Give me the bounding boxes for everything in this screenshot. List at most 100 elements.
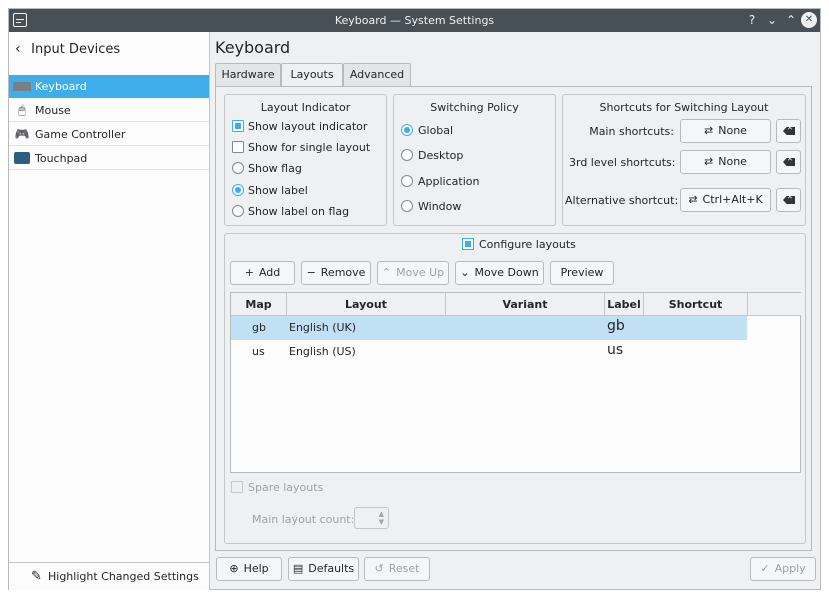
group-title: Switching Policy (430, 101, 519, 114)
main-layout-count-spinbox[interactable]: ▲ ▼ (354, 507, 389, 529)
plus-icon: + (244, 266, 254, 279)
cell-label[interactable]: gb (607, 318, 625, 334)
group-title: Shortcuts for Switching Layout (599, 101, 769, 114)
close-icon[interactable]: ✕ (801, 12, 817, 28)
sidebar-item-game-controller[interactable]: 🎮 Game Controller (9, 123, 209, 146)
sidebar-item-label: Touchpad (35, 152, 88, 165)
clear-icon (783, 196, 795, 204)
option-label: Show layout indicator (248, 120, 368, 133)
spin-down-icon[interactable]: ▼ (379, 518, 384, 526)
column-header-shortcut[interactable]: Shortcut (644, 293, 748, 316)
third-level-shortcut-value: None (718, 155, 747, 168)
option-label: Application (418, 175, 480, 188)
back-label: Input Devices (31, 42, 121, 57)
reset-button[interactable]: ↺ Reset (364, 557, 430, 581)
minimize-icon[interactable]: ⌄ (764, 12, 780, 28)
move-down-label: Move Down (474, 266, 539, 279)
spin-up-icon[interactable]: ▲ (379, 510, 384, 518)
mouse-icon: 🖱 (18, 103, 26, 117)
checkmark-icon: ✓ (760, 562, 770, 575)
option-label: Show flag (248, 162, 302, 175)
alternative-shortcut-value: Ctrl+Alt+K (702, 193, 763, 206)
help-button[interactable]: ⊕ Help (216, 557, 282, 581)
defaults-button[interactable]: ▤ Defaults (288, 557, 359, 581)
column-header-label[interactable]: Label (605, 293, 644, 316)
add-label: Add (258, 266, 281, 279)
move-up-button[interactable]: ⌃ Move Up (377, 261, 449, 285)
policy-desktop-radio[interactable] (401, 149, 413, 161)
undo-icon: ↺ (374, 562, 384, 575)
group-title: Layout Indicator (260, 101, 351, 114)
apply-button[interactable]: ✓ Apply (750, 557, 816, 581)
cell-map: gb (252, 321, 266, 334)
remove-button[interactable]: − Remove (301, 261, 371, 285)
policy-global-radio[interactable] (401, 124, 413, 136)
main-layout-count-label: Main layout count: (252, 513, 355, 526)
move-up-label: Move Up (396, 266, 445, 279)
help-icon: ⊕ (229, 562, 239, 575)
cell-map: us (252, 345, 265, 358)
back-button[interactable]: ‹ Input Devices (15, 41, 120, 61)
spare-layouts-label: Spare layouts (248, 481, 324, 494)
apply-label: Apply (774, 562, 806, 575)
table-row[interactable]: gb English (UK) gb (231, 316, 747, 340)
chevron-down-icon: ⌄ (460, 266, 470, 279)
sidebar-item-touchpad[interactable]: Touchpad (9, 147, 209, 170)
cell-layout: English (UK) (289, 321, 357, 334)
configure-layouts-checkbox[interactable] (462, 238, 474, 250)
configure-layouts-label: Configure layouts (479, 238, 576, 251)
alternative-shortcut-label: Alternative shortcut: (565, 194, 679, 207)
alternative-shortcut-button[interactable]: ⇄ Ctrl+Alt+K (680, 188, 771, 212)
maximize-icon[interactable]: ⌃ (783, 12, 799, 28)
main-shortcut-button[interactable]: ⇄ None (680, 119, 771, 143)
column-header-layout[interactable]: Layout (287, 293, 446, 316)
main-shortcuts-label: Main shortcuts: (589, 125, 674, 138)
option-label: Global (418, 124, 454, 137)
remove-label: Remove (320, 266, 366, 279)
cell-label[interactable]: us (607, 342, 623, 358)
option-label: Show label (248, 184, 308, 197)
tab-advanced[interactable]: Advanced (343, 63, 411, 86)
tab-hardware[interactable]: Hardware (215, 63, 281, 86)
column-header-filler (748, 293, 801, 316)
show-for-single-layout-checkbox[interactable] (232, 141, 244, 153)
highlight-changed-settings-button[interactable]: ✎ Highlight Changed Settings (9, 562, 209, 590)
table-row[interactable]: us English (US) us (231, 340, 747, 364)
clear-icon (783, 127, 795, 135)
main-shortcut-value: None (718, 124, 747, 137)
show-label-radio[interactable] (232, 184, 244, 196)
clear-main-shortcut-button[interactable] (776, 119, 801, 143)
tab-layouts[interactable]: Layouts (281, 63, 343, 87)
spare-layouts-checkbox[interactable] (231, 481, 243, 493)
third-level-shortcut-button[interactable]: ⇄ None (680, 150, 771, 174)
clear-alternative-shortcut-button[interactable] (776, 188, 801, 212)
title-bar: Keyboard — System Settings ? ⌄ ⌃ ✕ (9, 9, 820, 32)
defaults-label: Defaults (308, 562, 355, 575)
column-header-map[interactable]: Map (231, 293, 287, 316)
sidebar-item-label: Game Controller (35, 128, 126, 141)
option-label: Desktop (418, 149, 464, 162)
pencil-icon: ✎ (31, 569, 42, 584)
option-label: Window (418, 200, 462, 213)
sidebar-item-keyboard[interactable]: Keyboard (9, 75, 209, 98)
shortcut-swap-icon: ⇄ (704, 155, 714, 168)
show-layout-indicator-checkbox[interactable] (232, 120, 244, 132)
sidebar-item-label: Mouse (35, 104, 71, 117)
show-label-on-flag-radio[interactable] (232, 205, 244, 217)
sidebar-item-mouse[interactable]: 🖱 Mouse (9, 99, 209, 122)
add-button[interactable]: + Add (230, 261, 295, 285)
policy-window-radio[interactable] (401, 200, 413, 212)
move-down-button[interactable]: ⌄ Move Down (455, 261, 544, 285)
clear-icon (783, 158, 795, 166)
column-header-variant[interactable]: Variant (446, 293, 605, 316)
help-icon[interactable]: ? (744, 12, 760, 28)
clear-third-level-shortcut-button[interactable] (776, 150, 801, 174)
layouts-table[interactable]: Map Layout Variant Label Shortcut gb Eng… (230, 292, 801, 473)
settings-window: Keyboard — System Settings ? ⌄ ⌃ ✕ ‹ Inp… (8, 8, 821, 590)
option-label: Show for single layout (248, 141, 371, 154)
document-icon: ▤ (292, 562, 304, 575)
show-flag-radio[interactable] (232, 162, 244, 174)
preview-button[interactable]: Preview (550, 261, 614, 285)
keyboard-icon (13, 82, 31, 91)
policy-application-radio[interactable] (401, 175, 413, 187)
